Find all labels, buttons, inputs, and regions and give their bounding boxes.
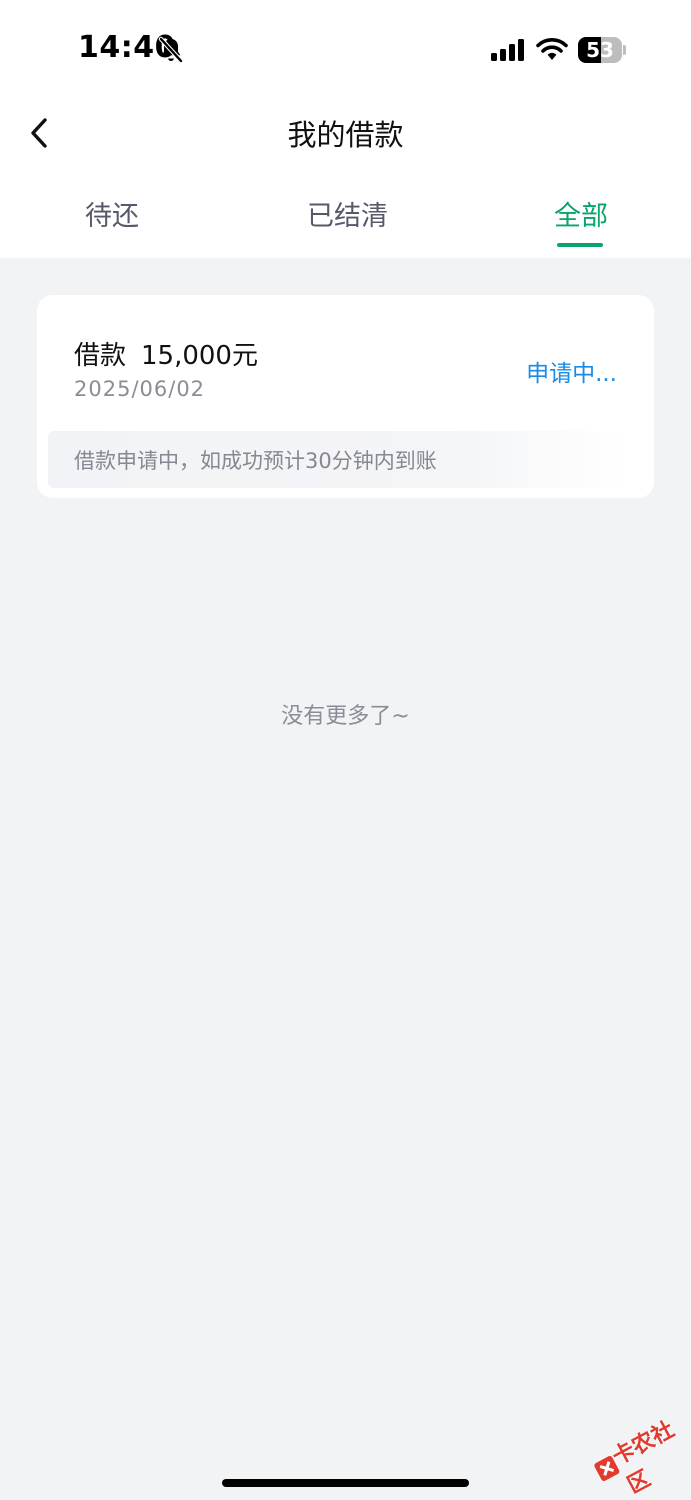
page-title: 我的借款 — [287, 118, 404, 152]
loan-notice-text: 借款申请中，如成功预计30分钟内到账 — [74, 449, 437, 473]
active-tab-indicator — [557, 243, 603, 247]
battery-icon: 53 — [578, 37, 626, 63]
watermark: 卡农社区 — [576, 1387, 691, 1500]
battery-level: 53 — [586, 38, 614, 62]
loan-amount: 15,000元 — [141, 341, 258, 371]
loan-date: 2025/06/02 — [74, 377, 206, 401]
loan-card[interactable]: 借款 15,000元 2025/06/02 申请中... 借款申请中，如成功预计… — [37, 295, 654, 498]
tab-all[interactable]: 全部 — [554, 194, 608, 233]
tab-pending[interactable]: 待还 — [85, 194, 139, 233]
header-area: 14:40 53 我的借款 待还 已结清 全部 — [0, 0, 691, 258]
tab-settled[interactable]: 已结清 — [307, 194, 388, 233]
loan-notice: 借款申请中，如成功预计30分钟内到账 — [48, 431, 626, 488]
screen: 14:40 53 我的借款 待还 已结清 全部 借款 15,000元 2025/… — [0, 0, 691, 1500]
home-indicator[interactable] — [222, 1479, 469, 1487]
wifi-icon — [536, 38, 568, 60]
loan-status: 申请中... — [526, 361, 617, 387]
watermark-text: 卡农社区 — [608, 1417, 679, 1499]
no-more-text: 没有更多了~ — [281, 704, 410, 729]
loan-label: 借款 — [74, 341, 127, 371]
signal-icon — [491, 39, 524, 61]
bell-slash-icon — [158, 36, 184, 64]
